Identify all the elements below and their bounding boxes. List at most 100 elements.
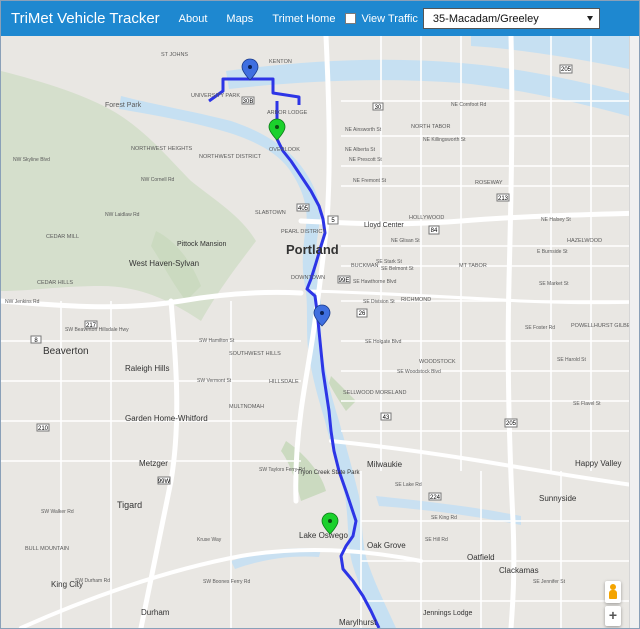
shield-26: 26 bbox=[356, 308, 368, 318]
nav-about-link[interactable]: About bbox=[179, 13, 208, 25]
shield-99w: 99W bbox=[157, 476, 171, 485]
city-label-tigard: Tigard bbox=[117, 500, 142, 510]
svg-text:MULTNOMAH: MULTNOMAH bbox=[229, 404, 264, 410]
zoom-in-button[interactable]: + bbox=[605, 606, 621, 626]
city-label-milwaukie: Milwaukie bbox=[367, 460, 403, 469]
svg-text:SW Taylors Ferry Rd: SW Taylors Ferry Rd bbox=[259, 467, 305, 473]
svg-text:NW Laidlaw Rd: NW Laidlaw Rd bbox=[105, 212, 140, 218]
view-traffic-toggle[interactable]: View Traffic bbox=[345, 13, 418, 25]
city-label-west-haven: West Haven-Sylvan bbox=[129, 259, 199, 268]
svg-text:NE Halsey St: NE Halsey St bbox=[541, 217, 571, 223]
city-label-clackamas: Clackamas bbox=[499, 566, 539, 575]
city-label-oatfield: Oatfield bbox=[467, 553, 495, 562]
svg-text:SE Stark St: SE Stark St bbox=[376, 259, 402, 265]
city-label-durham: Durham bbox=[141, 608, 170, 617]
shield-30b: 30B bbox=[241, 96, 255, 105]
city-label-happy-valley: Happy Valley bbox=[575, 459, 622, 468]
shield-99e: 99E bbox=[337, 275, 351, 284]
chevron-down-icon bbox=[586, 16, 593, 21]
route-select-value: 35-Macadam/Greeley bbox=[432, 12, 539, 25]
svg-text:405: 405 bbox=[298, 206, 309, 212]
svg-text:RICHMOND: RICHMOND bbox=[401, 297, 431, 303]
poi-lloyd-center: Lloyd Center bbox=[364, 222, 404, 229]
svg-text:HAZELWOOD: HAZELWOOD bbox=[567, 238, 602, 244]
shield-30: 30 bbox=[372, 102, 384, 111]
svg-text:SE Foster Rd: SE Foster Rd bbox=[525, 325, 555, 331]
svg-text:PEARL DISTRICT: PEARL DISTRICT bbox=[281, 229, 326, 235]
svg-text:NE Killingsworth St: NE Killingsworth St bbox=[423, 137, 466, 143]
svg-text:CEDAR HILLS: CEDAR HILLS bbox=[37, 280, 73, 286]
svg-text:KENTON: KENTON bbox=[269, 59, 292, 65]
svg-text:SW Vermont St: SW Vermont St bbox=[197, 378, 232, 384]
svg-text:ST JOHNS: ST JOHNS bbox=[161, 52, 188, 58]
shield-8: 8 bbox=[30, 335, 42, 344]
svg-text:210: 210 bbox=[38, 426, 49, 432]
city-label-sunnyside: Sunnyside bbox=[539, 494, 577, 503]
city-label-beaverton: Beaverton bbox=[43, 346, 89, 357]
nav-trimet-home-link[interactable]: Trimet Home bbox=[272, 13, 335, 25]
svg-text:NORTHWEST DISTRICT: NORTHWEST DISTRICT bbox=[199, 154, 262, 160]
shield-84: 84 bbox=[428, 225, 440, 235]
svg-text:UNIVERSITY PARK: UNIVERSITY PARK bbox=[191, 93, 240, 99]
svg-text:ARBOR LODGE: ARBOR LODGE bbox=[267, 110, 308, 116]
svg-text:SE Hill Rd: SE Hill Rd bbox=[425, 537, 448, 543]
svg-text:MT TABOR: MT TABOR bbox=[459, 263, 487, 269]
svg-text:HOLLYWOOD: HOLLYWOOD bbox=[409, 215, 444, 221]
svg-text:CEDAR MILL: CEDAR MILL bbox=[46, 234, 79, 240]
svg-text:DOWNTOWN: DOWNTOWN bbox=[291, 275, 325, 281]
street-view-pegman-icon[interactable] bbox=[605, 581, 621, 603]
svg-text:NE Prescott St: NE Prescott St bbox=[349, 157, 382, 163]
poi-tryon-creek: Tryon Creek State Park bbox=[297, 470, 360, 476]
svg-text:SW Beaverton Hillsdale Hwy: SW Beaverton Hillsdale Hwy bbox=[65, 327, 129, 333]
svg-text:NE Glisan St: NE Glisan St bbox=[391, 238, 420, 244]
svg-text:BUCKMAN: BUCKMAN bbox=[351, 263, 379, 269]
nav-maps-link[interactable]: Maps bbox=[226, 13, 253, 25]
svg-text:NW Cornell Rd: NW Cornell Rd bbox=[141, 177, 175, 183]
svg-text:SELLWOOD MORELAND: SELLWOOD MORELAND bbox=[343, 390, 406, 396]
svg-text:NORTH TABOR: NORTH TABOR bbox=[411, 124, 450, 130]
pegman-body bbox=[609, 590, 617, 599]
city-label-oak-grove: Oak Grove bbox=[367, 541, 406, 550]
svg-text:SW Boones Ferry Rd: SW Boones Ferry Rd bbox=[203, 579, 250, 585]
svg-text:SE Holgate Blvd: SE Holgate Blvd bbox=[365, 339, 402, 345]
map-canvas[interactable]: 30B 30 405 5 84 205 205 26 99E 99W 217 2… bbox=[1, 36, 639, 628]
city-label-metzger: Metzger bbox=[139, 459, 168, 468]
svg-text:SW Hamilton St: SW Hamilton St bbox=[199, 338, 235, 344]
shield-205-mid: 205 bbox=[504, 418, 518, 428]
svg-text:SLABTOWN: SLABTOWN bbox=[255, 210, 286, 216]
svg-text:26: 26 bbox=[359, 311, 366, 317]
svg-text:SW Durham Rd: SW Durham Rd bbox=[75, 578, 110, 584]
svg-text:Forest Park: Forest Park bbox=[105, 102, 142, 109]
shield-224: 224 bbox=[428, 492, 442, 501]
city-label-raleigh-hills: Raleigh Hills bbox=[125, 364, 169, 373]
city-label-jennings: Jennings Lodge bbox=[423, 610, 473, 617]
svg-text:NE Alberta St: NE Alberta St bbox=[345, 147, 376, 153]
view-traffic-checkbox[interactable] bbox=[345, 13, 357, 24]
svg-text:99E: 99E bbox=[339, 278, 350, 284]
svg-text:30: 30 bbox=[375, 105, 382, 111]
app-window: TriMet Vehicle Tracker About Maps Trimet… bbox=[0, 0, 640, 629]
svg-text:SE Jennifer St: SE Jennifer St bbox=[533, 579, 566, 585]
shield-205-top: 205 bbox=[559, 64, 573, 74]
svg-text:SE Hawthorne Blvd: SE Hawthorne Blvd bbox=[353, 279, 397, 285]
svg-text:SE Belmont St: SE Belmont St bbox=[381, 266, 414, 272]
svg-text:WOODSTOCK: WOODSTOCK bbox=[419, 359, 456, 365]
brand-title[interactable]: TriMet Vehicle Tracker bbox=[11, 10, 160, 27]
shield-5: 5 bbox=[327, 215, 339, 225]
svg-text:SE Division St: SE Division St bbox=[363, 299, 395, 305]
city-label-lake-oswego: Lake Oswego bbox=[299, 531, 348, 540]
scrollbar[interactable] bbox=[629, 36, 639, 628]
svg-text:E Burnside St: E Burnside St bbox=[537, 249, 568, 255]
svg-text:NE Cornfoot Rd: NE Cornfoot Rd bbox=[451, 102, 487, 108]
svg-text:205: 205 bbox=[561, 67, 572, 73]
svg-text:Kruse Way: Kruse Way bbox=[197, 537, 222, 543]
city-label-portland: Portland bbox=[286, 242, 339, 257]
svg-text:SE Woodstock Blvd: SE Woodstock Blvd bbox=[397, 369, 441, 375]
svg-text:SW Walker Rd: SW Walker Rd bbox=[41, 509, 74, 515]
svg-text:NW Jenkins Rd: NW Jenkins Rd bbox=[5, 299, 40, 305]
svg-text:SE Market St: SE Market St bbox=[539, 281, 569, 287]
route-select[interactable]: 35-Macadam/Greeley bbox=[422, 8, 600, 29]
svg-text:BULL MOUNTAIN: BULL MOUNTAIN bbox=[25, 546, 69, 552]
city-label-garden-home: Garden Home-Whitford bbox=[125, 414, 208, 423]
city-label-marylhurst: Marylhurst bbox=[339, 618, 377, 627]
